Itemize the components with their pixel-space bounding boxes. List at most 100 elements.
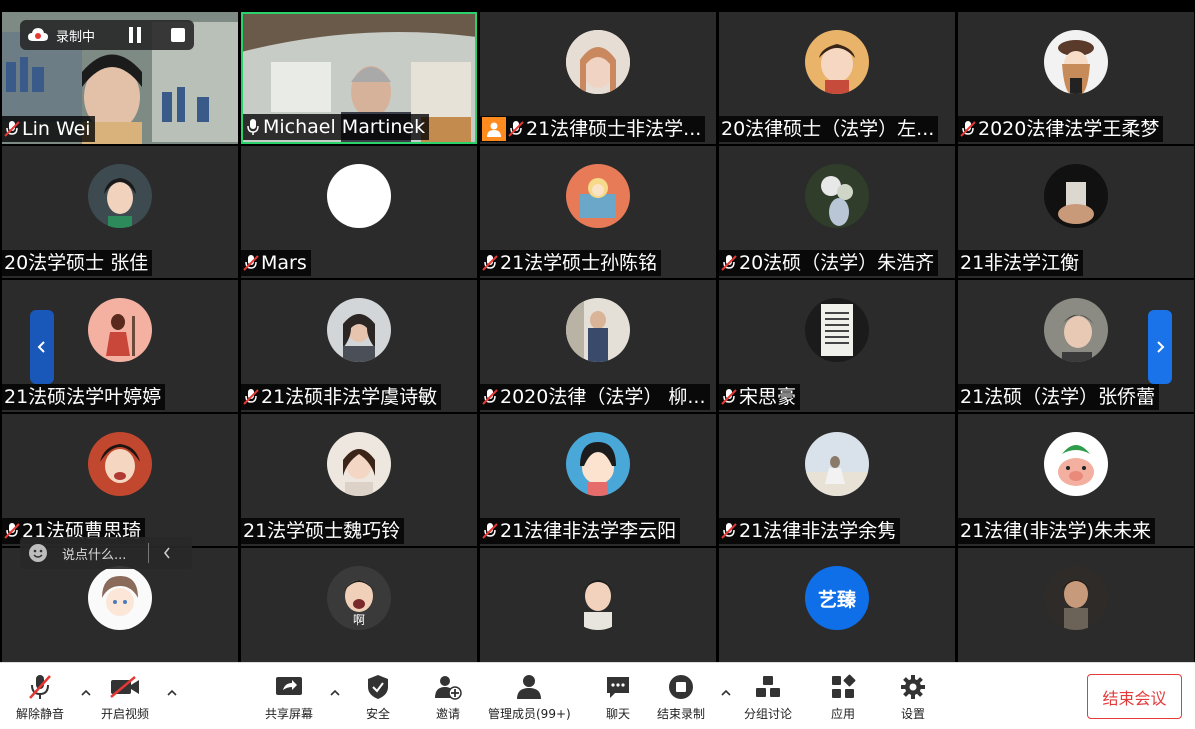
participant-tile[interactable]: Mars — [241, 146, 477, 278]
participant-tile[interactable]: 21法学硕士孙陈铭 — [480, 146, 716, 278]
emoji-icon[interactable] — [28, 543, 48, 563]
chat-quick-input[interactable]: 说点什么... — [20, 537, 192, 569]
participant-avatar — [1044, 164, 1108, 228]
unmute-button[interactable]: 解除静音 — [16, 673, 64, 722]
participant-tile[interactable]: 2020法律（法学） 柳... — [480, 280, 716, 412]
participant-name: Mars — [261, 252, 307, 274]
next-page-button[interactable] — [1148, 310, 1172, 384]
mic-muted-icon — [482, 523, 498, 539]
participant-avatar — [566, 432, 630, 496]
mic-muted-icon — [721, 523, 737, 539]
participant-tile[interactable] — [958, 548, 1194, 680]
participant-tile[interactable]: 21法律硕士非法学... — [480, 12, 716, 144]
collapse-chevron-icon[interactable] — [163, 547, 171, 559]
stop-recording-button[interactable] — [171, 28, 186, 42]
participant-avatar — [327, 164, 391, 228]
participant-avatar — [327, 298, 391, 362]
security-label: 安全 — [365, 707, 390, 721]
participant-tile[interactable]: 20法学硕士 张佳 — [2, 146, 238, 278]
participant-name-bar: 21法硕（法学）张侨蕾 — [958, 384, 1160, 410]
invite-button[interactable]: 邀请 — [431, 673, 465, 722]
gear-icon — [901, 675, 925, 699]
participant-avatar — [805, 432, 869, 496]
end-recording-button[interactable]: 结束录制 — [657, 673, 705, 722]
participant-avatar — [805, 298, 869, 362]
participant-avatar — [805, 30, 869, 94]
participant-avatar — [88, 566, 152, 630]
share-screen-button[interactable]: 共享屏幕 — [265, 673, 313, 722]
avatar-caption: 啊 — [353, 613, 365, 627]
participant-avatar — [1044, 566, 1108, 630]
participant-tile[interactable]: Michael Martinek — [241, 12, 477, 144]
breakout-rooms-icon — [756, 676, 780, 697]
participant-tile[interactable]: 21法律非法学余隽 — [719, 414, 955, 546]
participant-name: 21法学硕士魏巧铃 — [243, 520, 401, 542]
invite-user-icon — [435, 676, 462, 700]
participant-name: Michael Martinek — [263, 116, 426, 138]
participants-icon — [517, 675, 542, 699]
start-video-button[interactable]: 开启视频 — [101, 673, 149, 722]
participant-name-bar: 20法硕（法学）朱浩齐 — [719, 250, 939, 276]
audio-options-caret-icon[interactable] — [80, 687, 92, 699]
pause-recording-button[interactable] — [129, 27, 145, 43]
participant-avatar — [327, 432, 391, 496]
participant-tile[interactable]: 21非法学江衡 — [958, 146, 1194, 278]
participant-tile[interactable]: 宋思豪 — [719, 280, 955, 412]
chevron-right-icon — [1157, 341, 1165, 353]
previous-page-button[interactable] — [30, 310, 54, 384]
participant-tile[interactable]: 21法学硕士魏巧铃 — [241, 414, 477, 546]
participant-tile[interactable]: 21法律非法学李云阳 — [480, 414, 716, 546]
chat-button[interactable]: 聊天 — [601, 673, 635, 722]
participant-tile[interactable]: 20法律硕士（法学）左... — [719, 12, 955, 144]
participant-name-bar: 21法律(非法学)朱未来 — [958, 518, 1156, 544]
participant-avatar: 艺臻 — [805, 566, 869, 630]
video-options-caret-icon[interactable] — [166, 687, 178, 699]
cloud-icon — [28, 28, 48, 41]
participant-avatar — [1044, 30, 1108, 94]
participants-label: 管理成员(99+) — [488, 707, 571, 721]
breakout-rooms-button[interactable]: 分组讨论 — [744, 673, 792, 722]
participant-name-bar: 2020法律法学王柔梦 — [958, 116, 1164, 142]
settings-label: 设置 — [900, 707, 925, 721]
settings-button[interactable]: 设置 — [896, 673, 930, 722]
apps-button[interactable]: 应用 — [826, 673, 860, 722]
end-meeting-button[interactable]: 结束会议 — [1087, 674, 1182, 719]
participant-avatar — [566, 164, 630, 228]
participant-name-bar: 21法律非法学余隽 — [719, 518, 901, 544]
share-options-caret-icon[interactable] — [329, 687, 341, 699]
participant-name: 21法硕非法学虞诗敏 — [261, 386, 438, 408]
participant-tile[interactable]: 21法律(非法学)朱未来 — [958, 414, 1194, 546]
recording-options-caret-icon[interactable] — [720, 687, 732, 699]
recording-indicator: 录制中 — [20, 20, 194, 50]
mic-muted-icon — [4, 523, 20, 539]
apps-grid-icon — [832, 674, 856, 698]
participant-name-bar: 21法硕法学叶婷婷 — [2, 384, 166, 410]
participant-tile[interactable]: 2020法律法学王柔梦 — [958, 12, 1194, 144]
participant-name: 21法硕（法学）张侨蕾 — [960, 386, 1156, 408]
participant-name: 21法律(非法学)朱未来 — [960, 520, 1152, 542]
mic-muted-icon — [721, 255, 737, 271]
participant-tile[interactable]: 21法硕曹思琦 — [2, 414, 238, 546]
host-badge-icon — [482, 117, 506, 141]
participant-tile[interactable]: 艺臻 — [719, 548, 955, 680]
mic-muted-icon — [721, 389, 737, 405]
start-video-label: 开启视频 — [101, 707, 150, 721]
share-screen-label: 共享屏幕 — [265, 707, 314, 721]
mic-muted-icon — [243, 389, 259, 405]
mic-muted-icon — [29, 675, 51, 699]
participants-button[interactable]: 管理成员(99+) — [488, 673, 571, 722]
participant-tile[interactable]: 20法硕（法学）朱浩齐 — [719, 146, 955, 278]
participant-tile[interactable]: 21法硕非法学虞诗敏 — [241, 280, 477, 412]
security-button[interactable]: 安全 — [361, 673, 395, 722]
participant-name-bar: 20法学硕士 张佳 — [2, 250, 153, 276]
mic-muted-icon — [482, 255, 498, 271]
mic-muted-icon — [960, 121, 976, 137]
participant-name-bar: 20法律硕士（法学）左... — [719, 116, 939, 142]
chat-bubble-icon — [607, 677, 629, 698]
participant-name: 2020法律法学王柔梦 — [978, 118, 1160, 140]
participant-name: 20法学硕士 张佳 — [4, 252, 149, 274]
participant-tile[interactable]: 啊 — [241, 548, 477, 680]
participant-tile[interactable] — [480, 548, 716, 680]
participant-avatar — [566, 30, 630, 94]
participant-avatar — [88, 298, 152, 362]
